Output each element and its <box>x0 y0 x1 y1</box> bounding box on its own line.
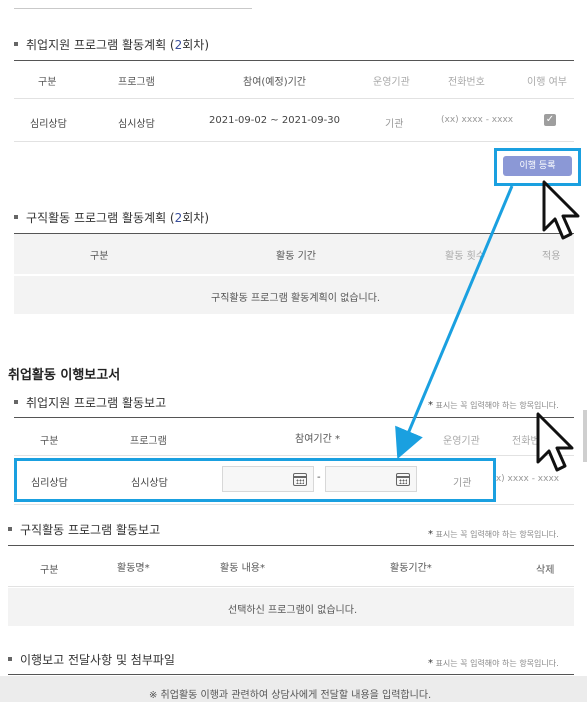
guide-arrow <box>395 185 514 460</box>
arrow-line <box>395 185 514 460</box>
cursor-icon <box>542 180 580 240</box>
cursor-icon <box>536 412 574 472</box>
